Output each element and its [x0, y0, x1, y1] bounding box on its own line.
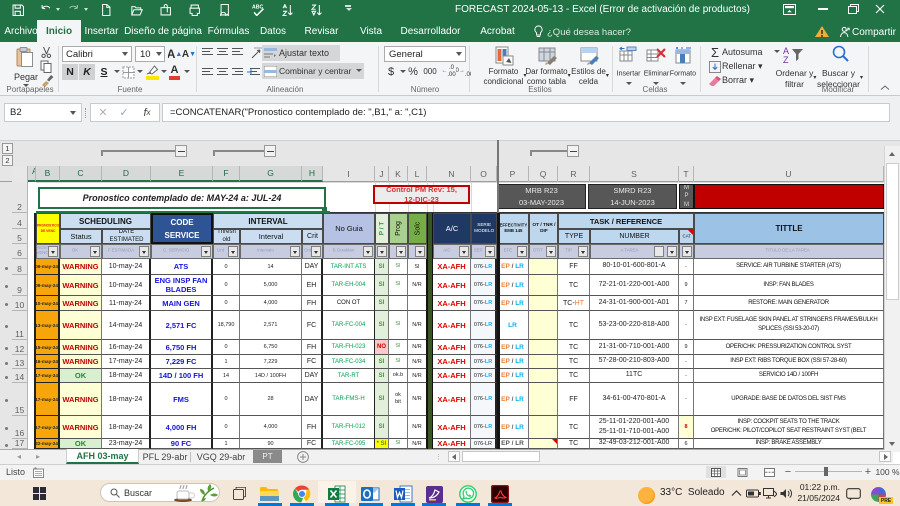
svg-text:Z: Z	[783, 55, 789, 65]
